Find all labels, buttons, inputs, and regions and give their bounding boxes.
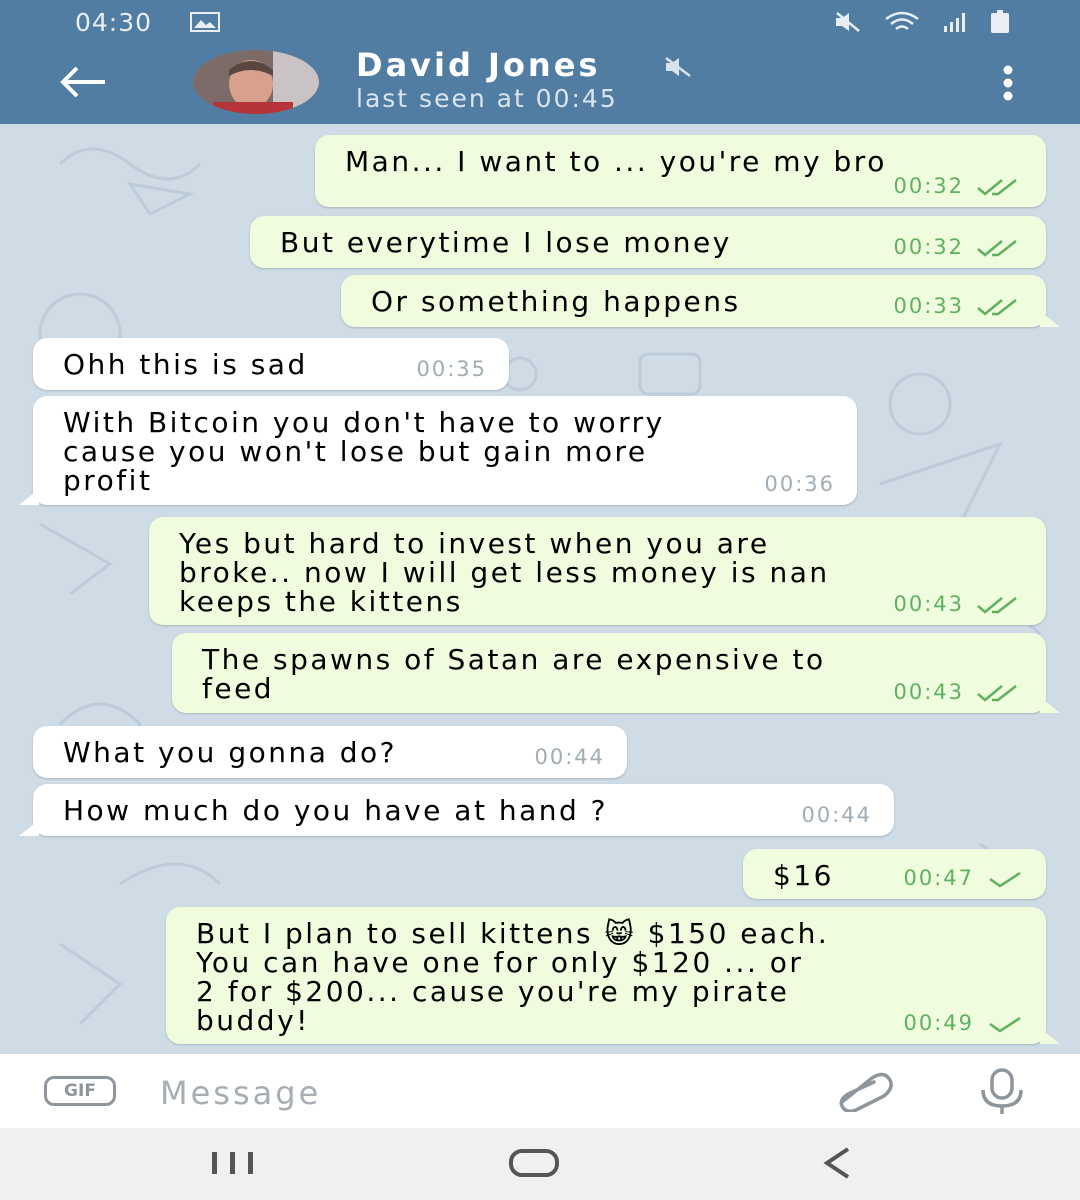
message-text: How much do you have at hand ? — [63, 794, 609, 827]
message-meta: 00:36 — [764, 470, 835, 499]
microphone-icon[interactable] — [975, 1068, 1029, 1116]
avatar[interactable] — [193, 50, 319, 114]
message-time: 00:36 — [764, 472, 835, 496]
mute-status-icon — [836, 12, 860, 32]
message-bubble-outgoing[interactable]: Man... I want to ... you're my bro 00:32 — [315, 135, 1046, 207]
nav-back-icon[interactable] — [822, 1146, 852, 1180]
message-text: Ohh this is sad — [63, 348, 308, 381]
message-time: 00:32 — [893, 235, 964, 259]
chat-header: David Jones last seen at 00:45 — [0, 40, 1080, 124]
message-bubble-outgoing[interactable]: Yes but hard to invest when you are brok… — [149, 517, 1046, 625]
status-bar: 04:30 — [0, 0, 1080, 40]
double-check-icon — [977, 684, 1017, 702]
avatar-photo — [193, 50, 319, 114]
message-bubble-outgoing[interactable]: But everytime I lose money 00:32 — [250, 216, 1046, 268]
message-time: 00:35 — [416, 357, 487, 381]
message-bubble-incoming[interactable]: What you gonna do? 00:44 — [33, 726, 627, 778]
message-meta: 00:35 — [416, 355, 487, 384]
message-bubble-incoming[interactable]: How much do you have at hand ? 00:44 — [33, 784, 894, 836]
message-text: $16 — [773, 859, 834, 892]
message-meta: 00:44 — [801, 801, 872, 830]
message-text: Yes but hard to invest when you are brok… — [179, 527, 830, 618]
message-meta: 00:44 — [534, 743, 605, 772]
double-check-icon — [977, 178, 1017, 196]
double-check-icon — [977, 239, 1017, 257]
message-time: 00:43 — [893, 680, 964, 704]
status-time: 04:30 — [75, 8, 153, 37]
double-check-icon — [977, 596, 1017, 614]
message-list[interactable]: Man... I want to ... you're my bro 00:32… — [0, 124, 1080, 1054]
battery-icon — [991, 10, 1009, 33]
contact-name[interactable]: David Jones — [356, 46, 600, 84]
message-time: 00:44 — [801, 803, 872, 827]
message-text: The spawns of Satan are expensive to fee… — [202, 643, 826, 705]
message-bubble-incoming[interactable]: With Bitcoin you don't have to worry cau… — [33, 396, 857, 505]
message-text: With Bitcoin you don't have to worry cau… — [63, 406, 665, 497]
single-check-icon — [989, 871, 1021, 888]
single-check-icon — [989, 1016, 1021, 1033]
home-icon[interactable] — [508, 1148, 560, 1178]
message-time: 00:49 — [903, 1011, 974, 1035]
message-text: But everytime I lose money — [280, 226, 732, 259]
message-meta: 00:32 — [893, 172, 1026, 201]
message-text: But I plan to sell kittens 😸 $150 each. … — [196, 917, 830, 1037]
wifi-icon — [885, 11, 919, 31]
system-navigation-bar — [0, 1128, 1080, 1200]
muted-icon — [665, 57, 691, 77]
more-vertical-icon — [1003, 65, 1013, 101]
message-composer: GIF — [0, 1054, 1080, 1128]
message-bubble-outgoing[interactable]: Or something happens 00:33 — [341, 275, 1046, 327]
message-meta: 00:47 — [903, 864, 1026, 893]
message-text: What you gonna do? — [63, 736, 398, 769]
paperclip-icon[interactable] — [832, 1072, 894, 1112]
last-seen-status: last seen at 00:45 — [356, 84, 618, 113]
signal-icon — [944, 13, 965, 32]
more-menu-button[interactable] — [994, 62, 1022, 104]
back-button[interactable] — [55, 62, 111, 102]
message-bubble-outgoing[interactable]: But I plan to sell kittens 😸 $150 each. … — [166, 907, 1046, 1044]
message-meta: 00:43 — [893, 678, 1026, 707]
message-bubble-outgoing[interactable]: The spawns of Satan are expensive to fee… — [172, 633, 1046, 713]
message-meta: 00:32 — [893, 233, 1026, 262]
message-input[interactable] — [158, 1068, 782, 1118]
message-time: 00:43 — [893, 592, 964, 616]
message-time: 00:32 — [893, 174, 964, 198]
message-text: Or something happens — [371, 285, 741, 318]
message-meta: 00:49 — [903, 1009, 1026, 1038]
gif-button[interactable]: GIF — [44, 1076, 116, 1106]
recent-apps-icon[interactable] — [210, 1150, 256, 1176]
gallery-icon — [190, 12, 220, 32]
message-time: 00:44 — [534, 745, 605, 769]
back-arrow-icon — [60, 66, 105, 98]
message-bubble-outgoing[interactable]: $16 00:47 — [743, 849, 1046, 899]
message-bubble-incoming[interactable]: Ohh this is sad 00:35 — [33, 338, 509, 390]
message-meta: 00:43 — [893, 590, 1026, 619]
message-time: 00:33 — [893, 294, 964, 318]
message-meta: 00:33 — [893, 292, 1026, 321]
message-time: 00:47 — [903, 866, 974, 890]
double-check-icon — [977, 298, 1017, 316]
message-text: Man... I want to ... you're my bro — [345, 145, 887, 178]
